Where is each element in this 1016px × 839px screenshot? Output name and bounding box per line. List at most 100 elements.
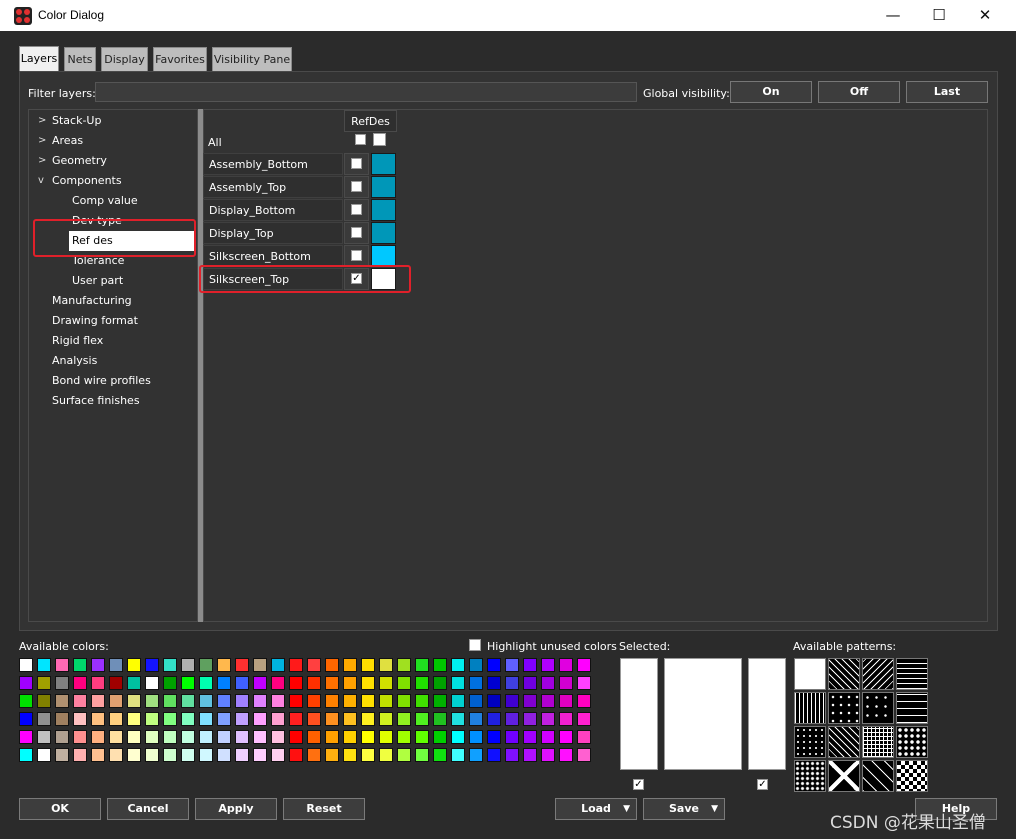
palette-color-cell[interactable] [37, 748, 51, 762]
palette-color-cell[interactable] [505, 712, 519, 726]
palette-color-cell[interactable] [55, 712, 69, 726]
palette-color-cell[interactable] [19, 676, 33, 690]
palette-color-cell[interactable] [199, 730, 213, 744]
selected-color-preview-right[interactable] [748, 658, 786, 770]
pattern-swatch[interactable] [794, 692, 826, 724]
reset-button[interactable]: Reset [283, 798, 365, 820]
palette-color-cell[interactable] [451, 748, 465, 762]
palette-color-cell[interactable] [289, 712, 303, 726]
palette-color-cell[interactable] [91, 694, 105, 708]
pattern-swatch[interactable] [828, 658, 860, 690]
maximize-button[interactable]: ☐ [916, 0, 962, 31]
palette-color-cell[interactable] [289, 658, 303, 672]
palette-color-cell[interactable] [73, 658, 87, 672]
palette-color-cell[interactable] [361, 730, 375, 744]
palette-color-cell[interactable] [19, 658, 33, 672]
palette-color-cell[interactable] [307, 676, 321, 690]
palette-color-cell[interactable] [451, 730, 465, 744]
palette-color-cell[interactable] [523, 730, 537, 744]
palette-color-cell[interactable] [217, 712, 231, 726]
palette-color-cell[interactable] [343, 694, 357, 708]
layer-color-swatch[interactable] [371, 245, 396, 267]
pattern-swatch[interactable] [828, 692, 860, 724]
palette-color-cell[interactable] [469, 676, 483, 690]
all-visibility-checkbox[interactable] [355, 134, 366, 145]
palette-color-cell[interactable] [181, 748, 195, 762]
palette-color-cell[interactable] [397, 730, 411, 744]
palette-color-cell[interactable] [487, 676, 501, 690]
palette-color-cell[interactable] [307, 712, 321, 726]
palette-color-cell[interactable] [73, 676, 87, 690]
layer-visibility-checkbox[interactable] [351, 227, 362, 238]
palette-color-cell[interactable] [415, 694, 429, 708]
palette-color-cell[interactable] [199, 748, 213, 762]
palette-color-cell[interactable] [559, 676, 573, 690]
ok-button[interactable]: OK [19, 798, 101, 820]
pattern-swatch[interactable] [794, 658, 826, 690]
palette-color-cell[interactable] [37, 694, 51, 708]
palette-color-cell[interactable] [361, 676, 375, 690]
palette-color-cell[interactable] [307, 694, 321, 708]
palette-color-cell[interactable] [235, 676, 249, 690]
palette-color-cell[interactable] [541, 658, 555, 672]
close-button[interactable]: ✕ [962, 0, 1008, 31]
palette-color-cell[interactable] [541, 712, 555, 726]
palette-color-cell[interactable] [55, 730, 69, 744]
palette-color-cell[interactable] [217, 730, 231, 744]
palette-color-cell[interactable] [361, 712, 375, 726]
palette-color-cell[interactable] [181, 712, 195, 726]
palette-color-cell[interactable] [577, 676, 591, 690]
palette-color-cell[interactable] [415, 748, 429, 762]
palette-color-cell[interactable] [361, 748, 375, 762]
pattern-swatch[interactable] [862, 692, 894, 724]
pattern-swatch[interactable] [862, 658, 894, 690]
palette-color-cell[interactable] [163, 748, 177, 762]
palette-color-cell[interactable] [487, 694, 501, 708]
palette-color-cell[interactable] [163, 658, 177, 672]
visibility-on-button[interactable]: On [730, 81, 812, 103]
palette-color-cell[interactable] [397, 676, 411, 690]
palette-color-cell[interactable] [433, 694, 447, 708]
palette-color-cell[interactable] [469, 730, 483, 744]
palette-color-cell[interactable] [253, 748, 267, 762]
palette-color-cell[interactable] [289, 694, 303, 708]
palette-color-cell[interactable] [397, 694, 411, 708]
tab-visibility-pane[interactable]: Visibility Pane [212, 47, 292, 71]
palette-color-cell[interactable] [109, 694, 123, 708]
palette-color-cell[interactable] [523, 712, 537, 726]
palette-color-cell[interactable] [415, 676, 429, 690]
pattern-swatch[interactable] [896, 658, 928, 690]
palette-color-cell[interactable] [73, 712, 87, 726]
palette-color-cell[interactable] [487, 712, 501, 726]
palette-color-cell[interactable] [379, 694, 393, 708]
palette-color-cell[interactable] [487, 730, 501, 744]
palette-color-cell[interactable] [577, 748, 591, 762]
tree-item-components[interactable]: v Components [38, 171, 122, 191]
palette-color-cell[interactable] [487, 658, 501, 672]
layer-color-swatch[interactable] [371, 199, 396, 221]
palette-color-cell[interactable] [451, 676, 465, 690]
palette-color-cell[interactable] [523, 694, 537, 708]
palette-color-cell[interactable] [343, 676, 357, 690]
apply-button[interactable]: Apply [195, 798, 277, 820]
palette-color-cell[interactable] [271, 712, 285, 726]
tree-item-bond-wire-profiles[interactable]: Bond wire profiles [52, 371, 151, 391]
palette-color-cell[interactable] [217, 676, 231, 690]
palette-color-cell[interactable] [559, 748, 573, 762]
palette-color-cell[interactable] [397, 748, 411, 762]
palette-color-cell[interactable] [577, 712, 591, 726]
pattern-swatch[interactable] [862, 760, 894, 792]
palette-color-cell[interactable] [559, 658, 573, 672]
palette-color-cell[interactable] [379, 658, 393, 672]
palette-color-cell[interactable] [307, 748, 321, 762]
palette-color-cell[interactable] [289, 730, 303, 744]
palette-color-cell[interactable] [91, 658, 105, 672]
palette-color-cell[interactable] [181, 676, 195, 690]
palette-color-cell[interactable] [559, 712, 573, 726]
palette-color-cell[interactable] [379, 730, 393, 744]
palette-color-cell[interactable] [217, 748, 231, 762]
palette-color-cell[interactable] [145, 658, 159, 672]
palette-color-cell[interactable] [325, 658, 339, 672]
palette-color-cell[interactable] [469, 658, 483, 672]
palette-color-cell[interactable] [163, 676, 177, 690]
